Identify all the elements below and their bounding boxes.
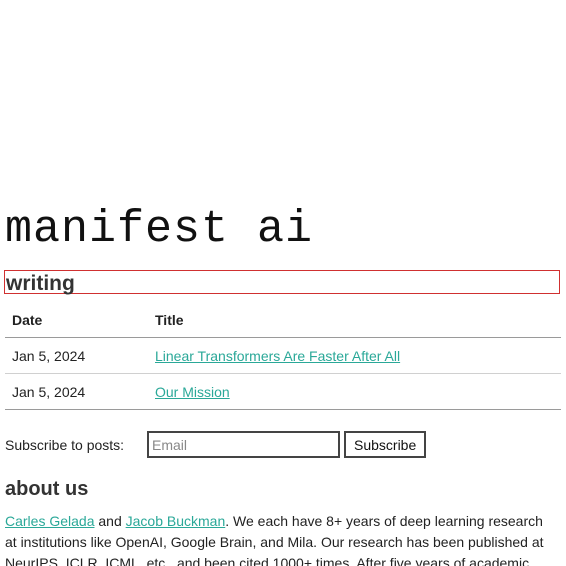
about-paragraph: Carles Gelada and Jacob Buckman. We each… <box>5 511 550 566</box>
post-title-cell: Linear Transformers Are Faster After All <box>148 337 561 374</box>
table-header-row: Date Title <box>5 302 561 338</box>
post-title-cell: Our Mission <box>148 373 561 410</box>
subscribe-form: Subscribe to posts: Subscribe <box>5 431 427 458</box>
post-date: Jan 5, 2024 <box>5 337 148 374</box>
post-link[interactable]: Linear Transformers Are Faster After All <box>155 348 400 364</box>
subscribe-button[interactable]: Subscribe <box>344 431 427 458</box>
subscribe-label: Subscribe to posts: <box>5 436 125 453</box>
about-heading: about us <box>5 478 89 500</box>
author-link-jacob[interactable]: Jacob Buckman <box>126 513 226 529</box>
page: manifest ai writing Date Title Jan 5, 20… <box>0 0 566 566</box>
date-column-header: Date <box>5 302 148 338</box>
post-date: Jan 5, 2024 <box>5 373 148 410</box>
writing-heading: writing <box>4 270 560 295</box>
author-link-carles[interactable]: Carles Gelada <box>5 513 95 529</box>
post-link[interactable]: Our Mission <box>155 384 230 400</box>
table-row: Jan 5, 2024 Linear Transformers Are Fast… <box>5 337 561 374</box>
table-row: Jan 5, 2024 Our Mission <box>5 373 561 410</box>
site-logo[interactable]: manifest ai <box>5 200 313 260</box>
email-input[interactable] <box>147 431 340 458</box>
title-column-header: Title <box>148 302 561 338</box>
posts-table: Date Title Jan 5, 2024 Linear Transforme… <box>5 302 561 410</box>
and-text: and <box>94 513 126 529</box>
